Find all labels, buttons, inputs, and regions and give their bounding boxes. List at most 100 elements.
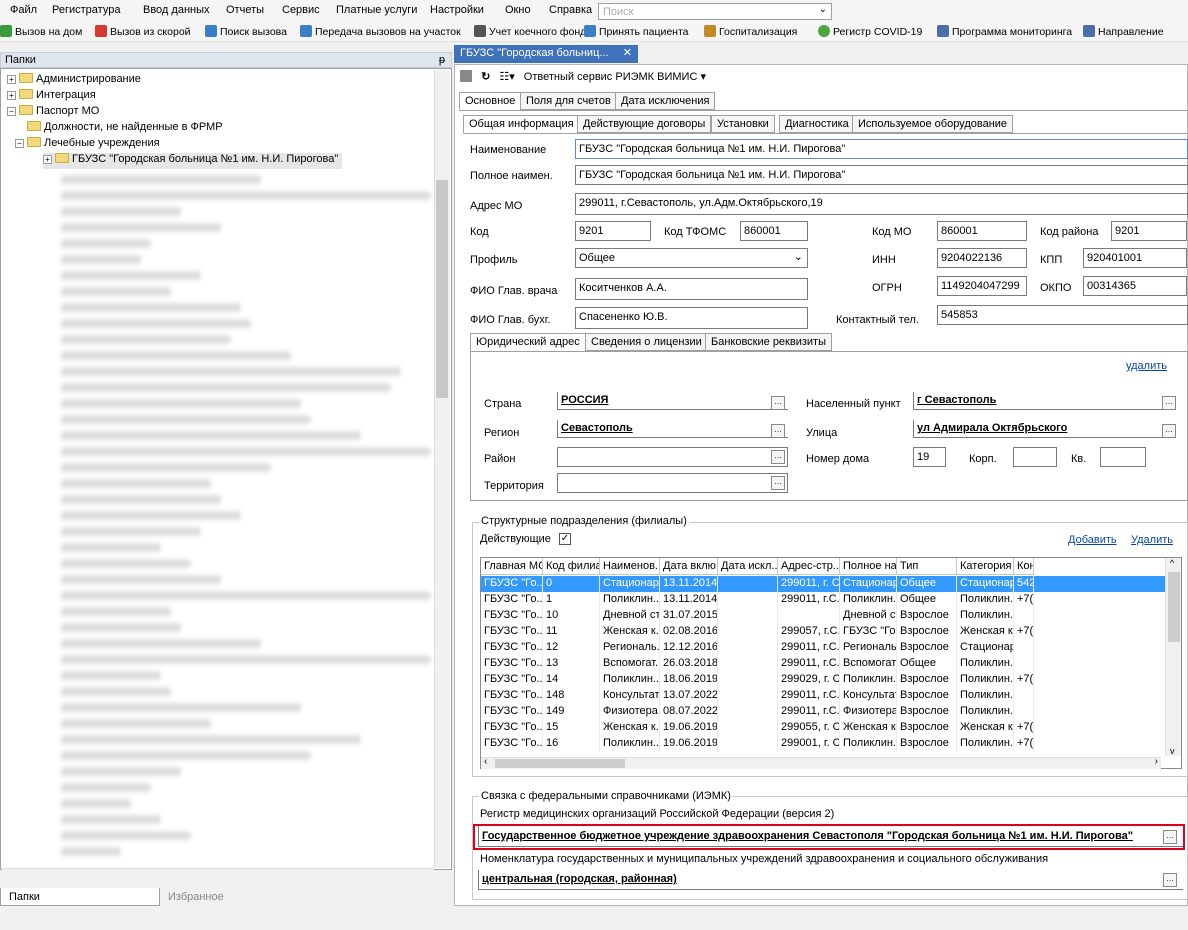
inn-field[interactable]: 9204022136 bbox=[937, 248, 1027, 268]
scrollbar-thumb[interactable] bbox=[436, 180, 448, 398]
kpp-field[interactable]: 920401001 bbox=[1083, 248, 1187, 268]
city-field[interactable]: г Севастополь bbox=[913, 392, 1176, 410]
bed-fund-button[interactable]: Учет коечного фонда bbox=[474, 25, 592, 38]
lookup-icon[interactable]: … bbox=[771, 476, 785, 490]
hospitalization-button[interactable]: Госпитализация bbox=[704, 25, 797, 38]
transfer-calls-button[interactable]: Передача вызовов на участок bbox=[300, 25, 461, 38]
grid-column-header[interactable]: Главная МО bbox=[481, 558, 543, 575]
monitoring-program-button[interactable]: Программа мониторинга bbox=[937, 25, 1072, 38]
tfoms-field[interactable]: 860001 bbox=[740, 221, 808, 241]
delete-address-link[interactable]: удалить bbox=[1126, 360, 1167, 372]
table-row[interactable]: ГБУЗС "Го... 13 Вспомогат... 26.03.2018 2990… bbox=[481, 656, 1181, 672]
table-row[interactable]: ГБУЗС "Го... 11 Женская к... 02.08.2016 2990… bbox=[481, 624, 1181, 640]
tree-item-hospital-1[interactable]: + ГБУЗС "Городская больница №1 им. Н.И. П… bbox=[43, 153, 343, 169]
tab-folders[interactable]: Папки bbox=[0, 888, 160, 906]
tab-license[interactable]: Сведения о лицензии bbox=[585, 333, 708, 351]
scroll-up-icon[interactable]: ^ bbox=[1170, 558, 1174, 568]
options-icon[interactable]: ☷▾ bbox=[499, 70, 514, 83]
area-field[interactable] bbox=[557, 447, 788, 467]
lookup-icon[interactable]: … bbox=[771, 396, 785, 410]
menu-registry[interactable]: Регистратура bbox=[52, 4, 120, 16]
tab-diagnostics[interactable]: Диагностика bbox=[779, 115, 855, 133]
tree-item-mo-passport[interactable]: − Паспорт МО bbox=[7, 105, 99, 121]
folder-tree-hscrollbar[interactable] bbox=[2, 868, 434, 882]
tree-item-positions[interactable]: Должности, не найденные в ФРМР bbox=[27, 121, 223, 137]
scroll-down-icon[interactable]: v bbox=[1170, 746, 1175, 756]
grid-column-header[interactable]: Полное на... bbox=[840, 558, 897, 575]
region-field[interactable]: Севастополь bbox=[557, 420, 788, 438]
tab-billing-fields[interactable]: Поля для счетов bbox=[520, 92, 617, 110]
table-row[interactable]: ГБУЗС "Го... 14 Поликлин... 18.06.2019 29902… bbox=[481, 672, 1181, 688]
expand-icon[interactable]: + bbox=[7, 75, 16, 84]
territory-field[interactable] bbox=[557, 473, 788, 493]
covid-registry-button[interactable]: Регистр COVID-19 bbox=[818, 25, 922, 38]
chevron-down-icon[interactable]: ⌄ bbox=[819, 4, 827, 15]
table-row[interactable]: ГБУЗС "Го... 15 Женская к... 19.06.2019 2990… bbox=[481, 720, 1181, 736]
grid-column-header[interactable]: Категория bbox=[957, 558, 1014, 575]
menu-paid-services[interactable]: Платные услуги bbox=[336, 4, 417, 16]
phone-field[interactable]: 545853 bbox=[937, 305, 1188, 325]
okpo-field[interactable]: 00314365 bbox=[1083, 276, 1187, 296]
tab-contracts[interactable]: Действующие договоры bbox=[577, 115, 712, 133]
chief-accountant-field[interactable]: Спасененко Ю.В. bbox=[575, 307, 808, 329]
active-checkbox[interactable]: ✓ bbox=[559, 533, 571, 545]
grid-column-header[interactable]: Кон bbox=[1014, 558, 1034, 575]
grid-column-header[interactable]: Тип bbox=[897, 558, 957, 575]
collapse-icon[interactable]: − bbox=[7, 107, 16, 116]
expand-icon[interactable]: + bbox=[7, 91, 16, 100]
add-branch-link[interactable]: Добавить bbox=[1068, 534, 1117, 546]
menu-service[interactable]: Сервис bbox=[282, 4, 320, 16]
scroll-right-icon[interactable]: › bbox=[1155, 756, 1158, 767]
scrollbar-thumb[interactable] bbox=[495, 759, 625, 768]
tree-item-medical-institutions[interactable]: − Лечебные учреждения bbox=[15, 137, 160, 153]
table-row[interactable]: ГБУЗС "Го...148Консультат...13.07.202229… bbox=[481, 688, 1181, 704]
pin-icon[interactable]: ᵽ bbox=[439, 54, 445, 66]
name-field[interactable]: ГБУЗС "Городская больница №1 им. Н.И. Пи… bbox=[575, 139, 1188, 159]
menu-data-entry[interactable]: Ввод данных bbox=[143, 4, 210, 16]
table-row[interactable]: ГБУЗС "Го...149Физиотера...08.07.2022299… bbox=[481, 704, 1181, 720]
menu-file[interactable]: Файл bbox=[10, 4, 37, 16]
document-tab[interactable]: ГБУЗС "Городская больниц... ✕ bbox=[454, 45, 638, 63]
ogrn-field[interactable]: 1149204047299 bbox=[937, 276, 1027, 296]
lookup-icon[interactable]: … bbox=[771, 424, 785, 438]
building-field[interactable] bbox=[1013, 447, 1057, 467]
tab-bank-details[interactable]: Банковские реквизиты bbox=[705, 333, 832, 351]
lookup-icon[interactable]: … bbox=[1162, 424, 1176, 438]
table-row[interactable]: ГБУЗС "Го...10Дневной ст...31.07.2015Дне… bbox=[481, 608, 1181, 624]
menu-settings[interactable]: Настройки bbox=[430, 4, 484, 16]
lookup-icon[interactable]: … bbox=[1163, 873, 1177, 887]
lookup-icon[interactable]: … bbox=[771, 450, 785, 464]
ambulance-call-button[interactable]: Вызов из скорой bbox=[95, 25, 191, 38]
street-field[interactable]: ул Адмирала Октябрьского bbox=[913, 420, 1176, 438]
refresh-icon[interactable]: ↻ bbox=[481, 70, 490, 83]
collapse-icon[interactable]: − bbox=[15, 139, 24, 148]
expand-icon[interactable]: + bbox=[43, 155, 52, 164]
tree-item-administration[interactable]: + Администрирование bbox=[7, 73, 141, 89]
search-input[interactable]: Поиск ⌄ bbox=[598, 3, 832, 20]
referral-button[interactable]: Направление bbox=[1083, 25, 1164, 38]
code-field[interactable]: 9201 bbox=[575, 221, 651, 241]
scroll-left-icon[interactable]: ‹ bbox=[484, 756, 487, 767]
chevron-down-icon[interactable]: ⌄ bbox=[794, 250, 803, 263]
tab-main[interactable]: Основное bbox=[459, 92, 522, 110]
grid-column-header[interactable]: Код филиа... bbox=[543, 558, 600, 575]
tab-general-info[interactable]: Общая информация bbox=[463, 115, 580, 133]
accept-patient-button[interactable]: Принять пациента bbox=[584, 25, 689, 38]
grid-vscrollbar[interactable]: ^ v bbox=[1165, 558, 1181, 756]
close-icon[interactable]: ✕ bbox=[623, 46, 632, 59]
district-code-field[interactable]: 9201 bbox=[1111, 221, 1187, 241]
grid-column-header[interactable]: Дата искл... bbox=[718, 558, 778, 575]
lookup-icon[interactable]: … bbox=[1162, 396, 1176, 410]
tab-legal-address[interactable]: Юридический адрес bbox=[470, 333, 586, 351]
menu-window[interactable]: Окно bbox=[505, 4, 531, 16]
fullname-field[interactable]: ГБУЗС "Городская больница №1 им. Н.И. Пи… bbox=[575, 165, 1188, 185]
grid-column-header[interactable]: Наименов... bbox=[600, 558, 660, 575]
tab-settings[interactable]: Установки bbox=[711, 115, 775, 133]
house-field[interactable]: 19 bbox=[913, 447, 946, 467]
grid-column-header[interactable]: Дата вклю... bbox=[660, 558, 718, 575]
nomenclature-field[interactable]: центральная (городская, районная) bbox=[478, 870, 1183, 890]
table-row[interactable]: ГБУЗС "Го... 12 Региональ... 12.12.2016 2990… bbox=[481, 640, 1181, 656]
address-field[interactable]: 299011, г.Севастополь, ул.Адм.Октябрьско… bbox=[575, 193, 1188, 215]
table-row[interactable]: ГБУЗС "Го... 16 Поликлин... 19.06.2019 29900… bbox=[481, 736, 1181, 752]
home-visit-button[interactable]: Вызов на дом bbox=[0, 25, 82, 38]
